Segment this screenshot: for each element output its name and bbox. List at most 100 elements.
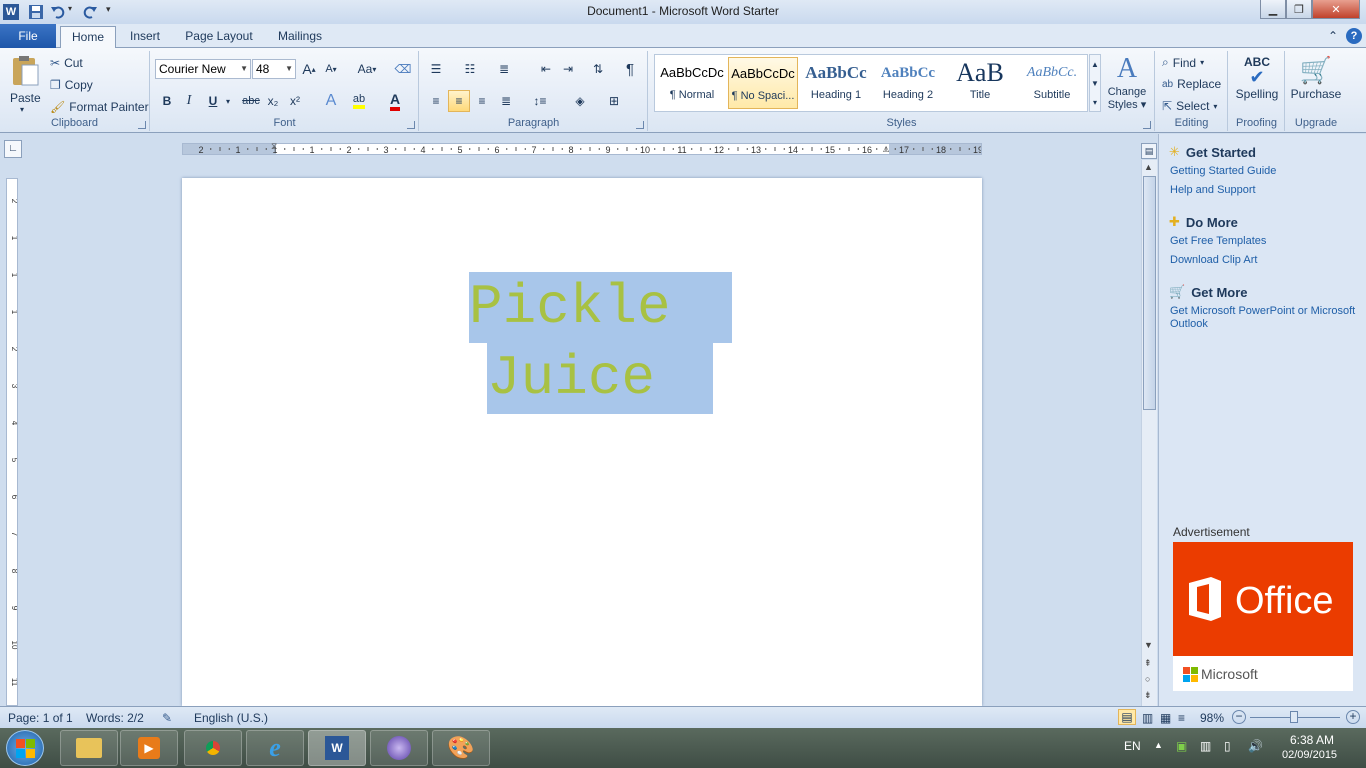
tab-home[interactable]: Home [60, 26, 116, 49]
network-icon[interactable]: ▥ [1200, 739, 1211, 753]
web-layout-icon[interactable]: ▦ [1160, 711, 1171, 725]
grow-font-button[interactable]: A ▴ [299, 59, 319, 79]
style-title[interactable]: AaB Title [945, 57, 1015, 109]
style-heading-1[interactable]: AaBbCc Heading 1 [801, 57, 871, 109]
help-support-link[interactable]: Help and Support [1170, 184, 1360, 197]
first-line-indent-icon[interactable]: ⧖ [271, 141, 277, 152]
numbering-icon[interactable]: ☷ [460, 59, 480, 79]
scroll-thumb[interactable] [1143, 176, 1156, 410]
minimize-button[interactable]: ▁ [1260, 0, 1286, 19]
print-layout-icon[interactable]: ▤ [1118, 709, 1136, 725]
replace-button[interactable]: ab Replace [1162, 77, 1221, 91]
full-screen-reading-icon[interactable]: ▥ [1142, 711, 1153, 725]
taskbar-word[interactable]: W [308, 730, 366, 766]
scroll-down-icon[interactable]: ▼ [1144, 640, 1153, 650]
tab-mailings[interactable]: Mailings [270, 26, 330, 48]
taskbar-explorer[interactable] [60, 730, 118, 766]
tray-app-icon[interactable]: ▣ [1176, 739, 1187, 753]
taskbar-chrome[interactable] [184, 730, 242, 766]
minimize-ribbon-icon[interactable]: ⌃ [1326, 26, 1340, 48]
paragraph-launcher-icon[interactable] [636, 121, 644, 129]
taskbar-media-player[interactable]: ▶ [120, 730, 178, 766]
text-effects-icon[interactable]: A [321, 91, 341, 111]
decrease-indent-icon[interactable]: ⇤ [536, 59, 556, 79]
word-count[interactable]: Words: 2/2 [86, 711, 144, 725]
bullets-icon[interactable]: ☰ [426, 59, 446, 79]
zoom-in-icon[interactable]: + [1346, 710, 1360, 724]
maximize-button[interactable]: ❐ [1286, 0, 1312, 19]
font-size-combo[interactable]: 48 ▼ [252, 59, 296, 79]
cut-button[interactable]: ✂ Cut [50, 56, 83, 70]
browse-object-icon[interactable]: ○ [1145, 674, 1150, 684]
line-spacing-icon[interactable]: ↕≡ [530, 91, 550, 111]
tab-page-layout[interactable]: Page Layout [180, 26, 258, 48]
selected-text-line-2[interactable]: Juice [487, 343, 713, 414]
find-button[interactable]: ⌕ Find ▾ [1162, 55, 1204, 70]
align-right-icon[interactable]: ≡ [472, 91, 492, 111]
font-launcher-icon[interactable] [407, 121, 415, 129]
input-language[interactable]: EN [1124, 739, 1141, 753]
taskbar-paint[interactable]: 🎨 [432, 730, 490, 766]
change-styles-button[interactable]: A Change Styles ▾ [1104, 52, 1150, 114]
tray-expand-icon[interactable]: ▲ [1154, 740, 1163, 750]
subscript-button[interactable]: x₂ [263, 91, 283, 111]
sort-icon[interactable]: ⇅ [588, 59, 608, 79]
show-formatting-icon[interactable]: ¶ [620, 59, 640, 79]
office-advertisement[interactable]: Office Microsoft [1173, 542, 1353, 691]
align-center-icon[interactable]: ≡ [448, 90, 470, 112]
underline-dropdown-icon[interactable]: ▾ [223, 91, 233, 111]
shading-icon[interactable]: ◈ [570, 91, 590, 111]
style-no-spacing[interactable]: AaBbCcDc ¶ No Spaci... [728, 57, 798, 109]
draft-icon[interactable]: ≡ [1178, 711, 1185, 725]
zoom-out-icon[interactable]: − [1232, 710, 1246, 724]
superscript-button[interactable]: x² [285, 91, 305, 111]
borders-icon[interactable]: ⊞ [604, 91, 624, 111]
strikethrough-button[interactable]: abc [239, 91, 263, 111]
vertical-ruler[interactable]: 2111234567891011 [6, 178, 18, 706]
page-count[interactable]: Page: 1 of 1 [8, 711, 73, 725]
tab-selector-icon[interactable]: ∟ [4, 140, 22, 158]
free-templates-link[interactable]: Get Free Templates [1170, 235, 1360, 248]
help-icon[interactable]: ? [1346, 28, 1362, 44]
taskbar-app[interactable] [370, 730, 428, 766]
clock-date[interactable]: 02/09/2015 [1282, 749, 1337, 761]
get-powerpoint-outlook-link[interactable]: Get Microsoft PowerPoint or Microsoft Ou… [1170, 305, 1360, 331]
paste-button[interactable]: Paste ▾ [6, 53, 44, 115]
clip-art-link[interactable]: Download Clip Art [1170, 254, 1360, 267]
style-heading-2[interactable]: AaBbCc Heading 2 [873, 57, 943, 109]
zoom-level[interactable]: 98% [1200, 711, 1224, 725]
font-family-combo[interactable]: Courier New ▼ [155, 59, 251, 79]
close-button[interactable]: ✕ [1312, 0, 1360, 19]
styles-launcher-icon[interactable] [1143, 121, 1151, 129]
align-left-icon[interactable]: ≡ [426, 91, 446, 111]
tab-file[interactable]: File [0, 24, 56, 48]
italic-button[interactable]: I [179, 91, 199, 111]
clipboard-launcher-icon[interactable] [138, 121, 146, 129]
justify-icon[interactable]: ≣ [496, 91, 516, 111]
clear-formatting-icon[interactable]: ⌫ [393, 59, 413, 79]
tab-insert[interactable]: Insert [122, 26, 168, 48]
styles-scroll[interactable]: ▲ ▼ ▾ [1089, 54, 1101, 112]
zoom-slider-thumb[interactable] [1290, 711, 1298, 723]
selected-text-line-1[interactable]: Pickle [469, 272, 732, 343]
multilevel-list-icon[interactable]: ≣ [494, 59, 514, 79]
getting-started-guide-link[interactable]: Getting Started Guide [1170, 165, 1360, 178]
purchase-button[interactable]: 🛒 Purchase [1288, 53, 1344, 111]
style-subtitle[interactable]: AaBbCc. Subtitle [1017, 57, 1087, 109]
horizontal-ruler[interactable]: 2 1 1 1 2 3 4 5 6 7 8 9 10 11 12 13 14 15 16 17 18 19 ⧖ △ [182, 141, 982, 155]
start-button[interactable] [6, 730, 44, 766]
previous-page-icon[interactable]: ⇞ [1144, 658, 1152, 669]
taskbar-internet-explorer[interactable]: e [246, 730, 304, 766]
battery-icon[interactable]: ▯ [1224, 739, 1231, 753]
spelling-button[interactable]: ABC ✔ Spelling [1233, 53, 1281, 111]
vertical-scrollbar[interactable]: ▲ ▼ ⇞ ○ ⇟ [1141, 160, 1157, 706]
scroll-up-icon[interactable]: ▲ [1144, 162, 1153, 172]
format-painter-button[interactable]: 🖌 Format Painter [50, 100, 149, 114]
underline-button[interactable]: U [203, 91, 223, 111]
bold-button[interactable]: B [157, 91, 177, 111]
next-page-icon[interactable]: ⇟ [1144, 690, 1152, 701]
language-status[interactable]: English (U.S.) [194, 711, 268, 725]
increase-indent-icon[interactable]: ⇥ [558, 59, 578, 79]
highlight-icon[interactable]: ab [349, 91, 369, 111]
change-case-button[interactable]: Aa ▾ [353, 59, 381, 79]
